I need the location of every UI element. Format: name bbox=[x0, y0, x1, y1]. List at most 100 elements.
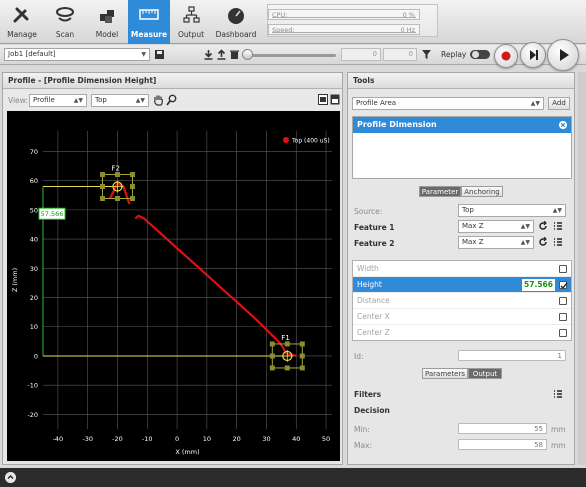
source-label: Source: bbox=[354, 207, 383, 216]
feature1-select[interactable]: Max Z ▲▼ bbox=[458, 220, 534, 233]
measurement-row-distance[interactable]: Distance bbox=[353, 293, 571, 309]
tab-anchoring[interactable]: Anchoring bbox=[461, 186, 503, 197]
center-z-checkbox[interactable] bbox=[559, 329, 567, 337]
gauge-icon bbox=[228, 8, 244, 24]
measurement-label: Distance bbox=[357, 296, 390, 305]
tools-scrollbar[interactable] bbox=[578, 72, 586, 465]
center-x-checkbox[interactable] bbox=[559, 313, 567, 321]
feature-1-handle bbox=[284, 365, 290, 371]
frame-index-field[interactable]: 0 bbox=[341, 48, 381, 61]
tool-type-select[interactable]: Profile Area ▲▼ bbox=[352, 97, 544, 110]
x-tick-label: 20 bbox=[233, 435, 241, 443]
nav-measure-button[interactable]: Measure bbox=[128, 0, 170, 44]
measurement-row-center-z[interactable]: Center Z bbox=[353, 325, 571, 341]
view-source-select[interactable]: Top ▲▼ bbox=[91, 94, 149, 107]
source-value: Top bbox=[462, 206, 474, 214]
measurement-row-center-x[interactable]: Center X bbox=[353, 309, 571, 325]
height-value-label: 57.566 bbox=[41, 210, 64, 218]
nav-model-button[interactable]: Model bbox=[86, 0, 128, 44]
tool-item-label: Profile Dimension bbox=[357, 120, 437, 129]
measurement-label: Height bbox=[357, 280, 382, 289]
chevron-down-icon: ▼ bbox=[141, 51, 146, 58]
feature-2-handle bbox=[129, 172, 135, 178]
feature1-value: Max Z bbox=[462, 222, 484, 230]
y-tick-label: 10 bbox=[30, 323, 38, 331]
upload-icon[interactable] bbox=[216, 49, 227, 60]
measurement-row-width[interactable]: Width bbox=[353, 261, 571, 277]
save-icon[interactable] bbox=[154, 49, 165, 60]
tab-parameters[interactable]: Parameters bbox=[422, 368, 468, 379]
expand-up-icon[interactable] bbox=[5, 472, 16, 483]
camera-view-icon[interactable] bbox=[318, 94, 328, 105]
measure-ruler-icon bbox=[139, 9, 159, 20]
replay-slider-handle[interactable] bbox=[242, 49, 253, 60]
feature2-value: Max Z bbox=[462, 238, 484, 246]
refresh-icon[interactable] bbox=[538, 237, 548, 247]
download-icon[interactable] bbox=[203, 49, 214, 60]
tool-item-profile-dimension[interactable]: Profile Dimension bbox=[353, 117, 571, 133]
close-icon[interactable] bbox=[559, 121, 567, 129]
width-checkbox[interactable] bbox=[559, 265, 567, 273]
trash-icon[interactable] bbox=[229, 49, 240, 60]
record-icon bbox=[501, 51, 511, 61]
max-value: 58 bbox=[534, 441, 543, 449]
feature-1-label: F1 bbox=[281, 334, 289, 342]
y-tick-label: 40 bbox=[30, 236, 38, 244]
feature2-select[interactable]: Max Z ▲▼ bbox=[458, 236, 534, 249]
measurement-label: Width bbox=[357, 264, 379, 273]
filter-list-icon[interactable] bbox=[553, 389, 563, 399]
y-tick-label: 20 bbox=[30, 294, 38, 302]
id-label: Id: bbox=[354, 352, 364, 361]
feature-2-label: F2 bbox=[111, 165, 119, 173]
feature-2-handle bbox=[99, 184, 105, 190]
nav-dashboard-button[interactable]: Dashboard bbox=[212, 0, 260, 44]
y-tick-label: 30 bbox=[30, 265, 38, 273]
x-tick-label: -10 bbox=[142, 435, 153, 443]
measurement-row-height[interactable]: Height 57.566 bbox=[353, 277, 571, 293]
y-tick-label: 50 bbox=[30, 206, 38, 214]
chevron-down-icon: ▲▼ bbox=[73, 97, 83, 104]
source-select[interactable]: Top ▲▼ bbox=[458, 204, 566, 217]
profile-plot[interactable]: -40 -30 -20 -10 0 10 20 30 40 50 -20 -10 0 10 20 30 40 50… bbox=[7, 111, 340, 461]
add-tool-button[interactable]: Add bbox=[548, 97, 570, 110]
y-tick-label: 0 bbox=[34, 352, 38, 360]
view-mode-select[interactable]: Profile ▲▼ bbox=[29, 94, 87, 107]
feature-1-handle bbox=[269, 341, 275, 347]
height-checkbox[interactable] bbox=[559, 281, 568, 290]
feature-2-handle bbox=[129, 184, 135, 190]
step-forward-button[interactable] bbox=[520, 42, 546, 68]
model-cubes-icon bbox=[100, 10, 114, 23]
bottom-bar bbox=[0, 468, 586, 487]
x-tick-label: -30 bbox=[82, 435, 93, 443]
nav-scan-button[interactable]: Scan bbox=[44, 0, 86, 44]
id-field[interactable]: 1 bbox=[458, 350, 566, 361]
min-field[interactable]: 55 bbox=[458, 423, 547, 434]
replay-slider-track[interactable] bbox=[248, 54, 336, 57]
list-settings-icon[interactable] bbox=[553, 221, 563, 231]
x-tick-label: 10 bbox=[203, 435, 211, 443]
filters-label: Filters bbox=[354, 390, 382, 399]
tab-output[interactable]: Output bbox=[468, 368, 502, 379]
nav-output-button[interactable]: Output bbox=[170, 0, 212, 44]
chevron-down-icon: ▲▼ bbox=[520, 223, 530, 230]
decision-label: Decision bbox=[354, 406, 390, 415]
feature-2-handle bbox=[114, 172, 120, 178]
max-field[interactable]: 58 bbox=[458, 439, 547, 450]
chevron-down-icon: ▲▼ bbox=[520, 239, 530, 246]
nav-manage-button[interactable]: Manage bbox=[0, 0, 44, 44]
x-tick-label: 50 bbox=[322, 435, 330, 443]
profile-chart-svg[interactable]: -40 -30 -20 -10 0 10 20 30 40 50 -20 -10 0 10 20 30 40 50… bbox=[7, 111, 340, 461]
replay-toggle[interactable] bbox=[470, 50, 490, 59]
tab-parameter[interactable]: Parameter bbox=[419, 186, 461, 197]
filter-icon[interactable] bbox=[421, 49, 432, 60]
zoom-icon[interactable] bbox=[166, 94, 177, 106]
layout-toggle-icon[interactable] bbox=[330, 94, 340, 105]
refresh-icon[interactable] bbox=[538, 221, 548, 231]
output-network-icon bbox=[183, 6, 200, 23]
distance-checkbox[interactable] bbox=[559, 297, 567, 305]
record-button[interactable] bbox=[494, 44, 518, 68]
play-button[interactable] bbox=[547, 39, 579, 71]
job-select[interactable]: Job1 [default] ▼ bbox=[4, 48, 150, 61]
list-settings-icon[interactable] bbox=[553, 237, 563, 247]
pan-hand-icon[interactable] bbox=[153, 94, 164, 106]
